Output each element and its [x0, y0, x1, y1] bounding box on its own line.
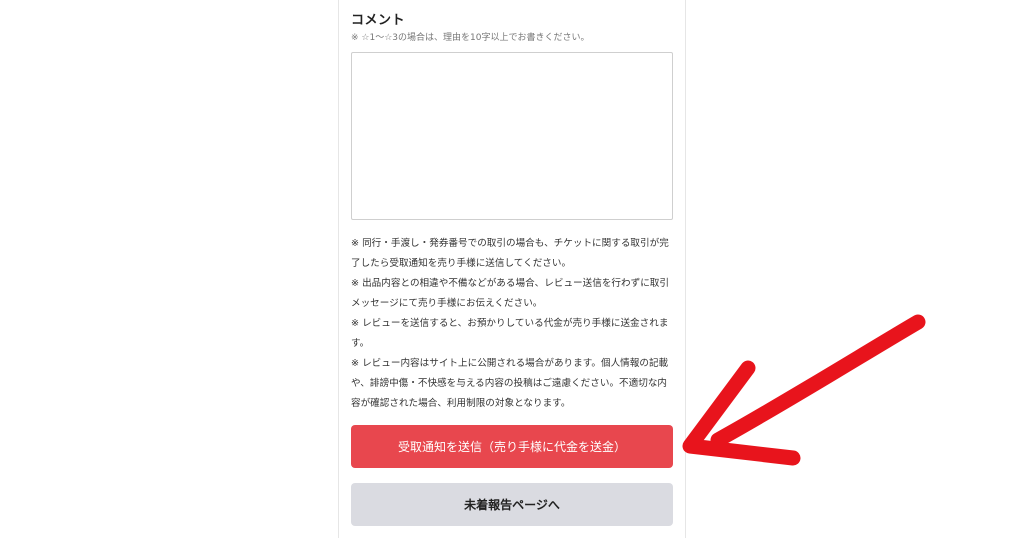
note-item: ※ 同行・手渡し・発券番号での取引の場合も、チケットに関する取引が完了したら受取… [351, 238, 669, 269]
notes-list: ※ 同行・手渡し・発券番号での取引の場合も、チケットに関する取引が完了したら受取… [351, 234, 675, 414]
note-item: ※ 出品内容との相違や不備などがある場合、レビュー送信を行わずに取引メッセージに… [351, 278, 669, 309]
review-form-panel: コメント ※ ☆1〜☆3の場合は、理由を10字以上でお書きください。 ※ 同行・… [338, 0, 686, 538]
send-receipt-notice-button[interactable]: 受取通知を送信（売り手様に代金を送金） [351, 425, 673, 468]
non-arrival-report-button[interactable]: 未着報告ページへ [351, 483, 673, 526]
comment-title: コメント [351, 13, 406, 28]
comment-textarea[interactable] [351, 52, 673, 220]
comment-hint: ※ ☆1〜☆3の場合は、理由を10字以上でお書きください。 [351, 33, 590, 43]
note-item: ※ レビューを送信すると、お預かりしている代金が売り手様に送金されます。 [351, 318, 669, 349]
note-item: ※ レビュー内容はサイト上に公開される場合があります。個人情報の記載や、誹謗中傷… [351, 358, 669, 409]
screenshot-stage: コメント ※ ☆1〜☆3の場合は、理由を10字以上でお書きください。 ※ 同行・… [0, 0, 1024, 538]
